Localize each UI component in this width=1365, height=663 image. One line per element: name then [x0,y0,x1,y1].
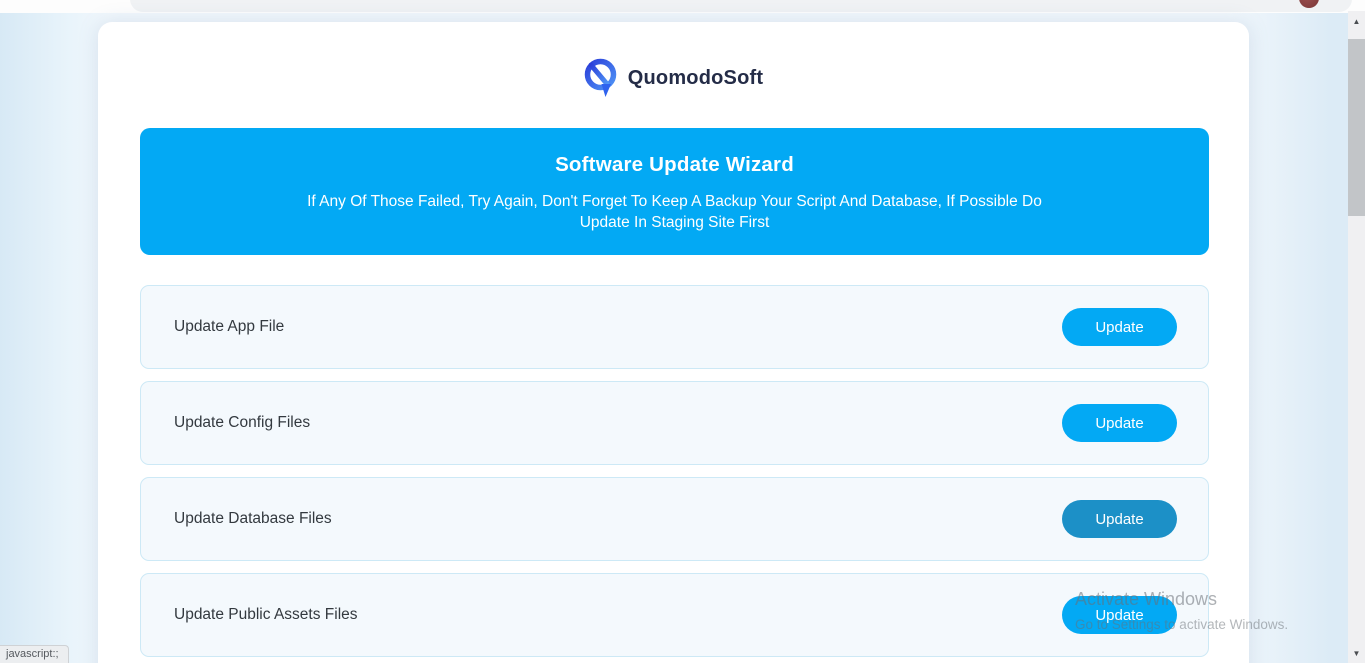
link-status-tooltip: javascript:; [0,645,69,663]
scrollbar-thumb[interactable] [1348,39,1365,216]
screen: QuomodoSoft Software Update Wizard If An… [0,0,1365,663]
quomodosoft-logo-icon [584,58,618,98]
banner-subtitle: If Any Of Those Failed, Try Again, Don't… [295,191,1055,233]
wizard-banner: Software Update Wizard If Any Of Those F… [140,128,1209,255]
update-row-public-assets: Update Public Assets Files Update [140,573,1209,657]
update-row-app-file: Update App File Update [140,285,1209,369]
update-database-files-button[interactable]: Update [1062,500,1177,538]
scroll-up-icon[interactable]: ▲ [1348,13,1365,30]
row-label: Update Database Files [174,510,332,528]
browser-chrome-strip [0,0,1365,13]
row-label: Update Config Files [174,414,310,432]
update-public-assets-button[interactable]: Update [1062,596,1177,634]
logo-text: QuomodoSoft [628,67,764,90]
update-wizard-card: QuomodoSoft Software Update Wizard If An… [98,22,1249,663]
address-bar[interactable] [130,0,1352,12]
vertical-scrollbar[interactable]: ▲ ▼ [1348,11,1365,663]
logo: QuomodoSoft [98,58,1249,98]
row-label: Update Public Assets Files [174,606,358,624]
banner-title: Software Update Wizard [140,153,1209,177]
update-app-file-button[interactable]: Update [1062,308,1177,346]
row-label: Update App File [174,318,284,336]
scroll-down-icon[interactable]: ▼ [1348,645,1365,662]
update-row-database-files: Update Database Files Update [140,477,1209,561]
update-config-files-button[interactable]: Update [1062,404,1177,442]
update-rows: Update App File Update Update Config Fil… [140,285,1209,663]
update-row-config-files: Update Config Files Update [140,381,1209,465]
